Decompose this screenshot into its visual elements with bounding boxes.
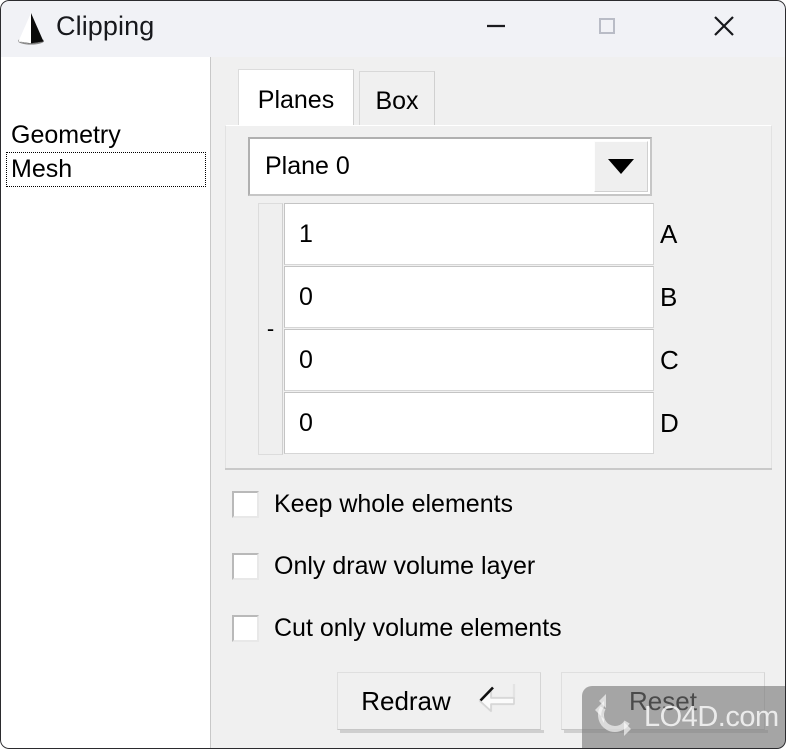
tab-strip: Planes Box [223,69,783,131]
close-button[interactable] [691,0,757,56]
group-shadow [225,468,772,470]
coefficient-b-value: 0 [299,283,313,311]
watermark: LO4D.com [582,686,786,749]
coefficient-d-label: D [660,408,679,438]
coefficient-a-label: A [660,219,678,249]
checkbox-cut-only-volume-elements[interactable]: Cut only volume elements [232,611,562,645]
title-bar: Clipping [0,0,786,57]
plane-settings-group: Plane 0 - 1 0 0 0 A B C D [225,125,772,469]
sidebar-item-label: Mesh [11,155,73,183]
coefficient-d-value: 0 [299,409,313,437]
checkbox-box[interactable] [232,552,259,580]
plane-select-combobox[interactable]: Plane 0 [248,137,652,196]
caret-shape [608,159,634,174]
main-panel: Planes Box Plane 0 - 1 0 0 0 A B C D Kee… [211,57,785,748]
coefficient-b-input[interactable]: 0 [284,266,654,328]
checkbox-box[interactable] [232,614,259,642]
sidebar-item-label: Geometry [11,121,121,149]
redraw-button-label: Redraw [361,685,451,716]
minimize-button[interactable] [463,0,529,56]
tab-label: Box [375,86,419,115]
checkbox-label: Only draw volume layer [274,551,536,580]
sidebar: Geometry Mesh [1,57,210,748]
coefficient-b-label: B [660,282,678,312]
cone-icon [12,10,50,48]
close-icon [710,12,738,45]
maximize-button[interactable] [574,0,640,56]
tab-label: Planes [257,86,335,114]
chevron-down-icon[interactable] [594,141,648,192]
coefficient-c-label: C [660,345,679,375]
minimize-icon [484,14,508,43]
maximize-icon [595,14,619,43]
coefficient-a-value: 1 [299,220,313,248]
coefficient-c-value: 0 [299,346,313,374]
plane-select-value: Plane 0 [265,152,350,180]
checkbox-keep-whole-elements[interactable]: Keep whole elements [232,487,513,521]
redraw-button[interactable]: Redraw [337,672,541,730]
clipping-window: Clipping Geometry Mesh Planes Box Plane … [0,0,786,749]
checkbox-box[interactable] [232,490,259,518]
coefficient-c-input[interactable]: 0 [284,329,654,391]
tab-box[interactable]: Box [359,71,435,130]
window-title: Clipping [56,11,155,41]
sidebar-item-geometry[interactable]: Geometry [7,119,205,152]
coefficient-a-input[interactable]: 1 [284,203,654,265]
checkbox-only-draw-volume-layer[interactable]: Only draw volume layer [232,549,535,583]
checkbox-label: Cut only volume elements [274,613,562,642]
return-key-icon [477,681,517,722]
checkbox-label: Keep whole elements [274,489,514,518]
coefficient-d-input[interactable]: 0 [284,392,654,454]
plane-scale-strip[interactable]: - [258,203,283,455]
sidebar-item-mesh[interactable]: Mesh [6,152,206,187]
watermark-text: LO4D.com [644,701,779,733]
redraw-button-shadow [340,730,544,733]
tab-planes[interactable]: Planes [238,69,354,131]
scale-strip-value: - [266,316,275,341]
refresh-arrows-icon [590,690,640,745]
